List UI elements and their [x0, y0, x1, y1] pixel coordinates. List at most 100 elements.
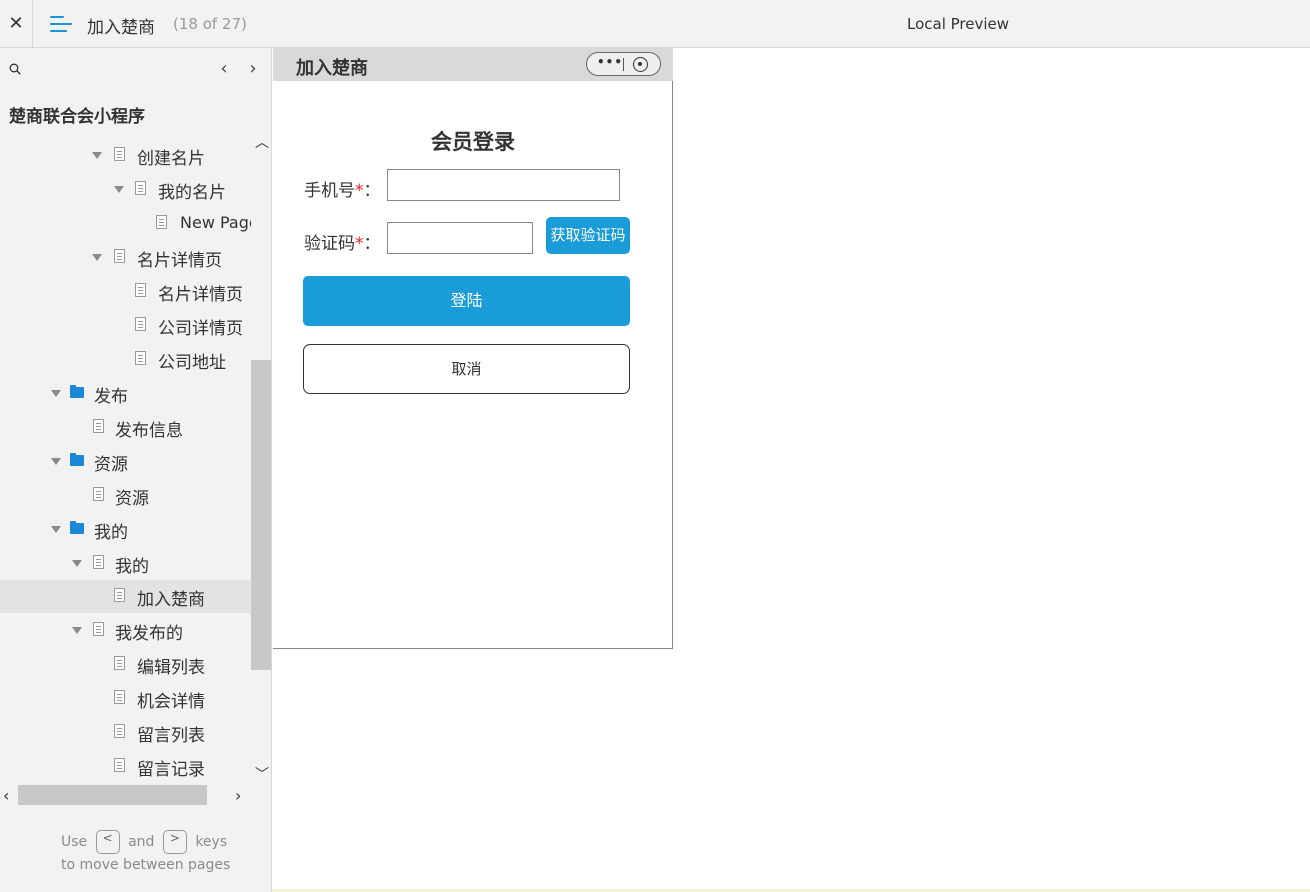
- search-icon[interactable]: [9, 63, 21, 75]
- tree-item-label: 资源: [115, 489, 149, 509]
- expand-caret-icon[interactable]: [114, 186, 124, 193]
- hint-keys: keys: [195, 834, 228, 850]
- phone-field-label: 手机号*：: [304, 181, 381, 201]
- previous-page-button[interactable]: ‹: [215, 58, 233, 80]
- prev-key-icon: <: [95, 830, 120, 854]
- tree-item-label: 公司地址: [158, 353, 226, 373]
- page-icon: [93, 419, 104, 433]
- close-icon: ✕: [8, 13, 24, 34]
- scroll-up-icon[interactable]: ︿: [255, 132, 269, 152]
- code-field-label: 验证码*：: [304, 234, 381, 254]
- tree-item-my-posts[interactable]: 我发布的: [0, 614, 251, 647]
- more-options-icon[interactable]: •••: [597, 55, 623, 69]
- tree-item-label: 加入楚商: [137, 590, 205, 610]
- tree-item-label: 我的: [115, 557, 149, 577]
- tree-item-label: 资源: [94, 455, 128, 475]
- verification-code-input[interactable]: [387, 222, 533, 254]
- close-mini-program-icon[interactable]: [633, 57, 648, 72]
- phone-number-input[interactable]: [387, 169, 620, 201]
- tree-item-label: 公司详情页: [158, 319, 243, 339]
- expand-caret-icon[interactable]: [92, 254, 102, 261]
- folder-icon: [70, 521, 84, 534]
- get-code-button[interactable]: 获取验证码: [546, 217, 630, 254]
- tree-item-label: 机会详情: [137, 692, 205, 712]
- login-button[interactable]: 登陆: [303, 276, 630, 326]
- horizontal-scrollbar-thumb[interactable]: [18, 785, 207, 805]
- page-icon: [114, 724, 125, 738]
- page-icon: [114, 588, 125, 602]
- folder-icon: [70, 453, 84, 466]
- hint-line2: to move between pages: [61, 857, 231, 873]
- tree-item-my-card[interactable]: 我的名片: [0, 173, 251, 206]
- page-count: (18 of 27): [173, 15, 247, 33]
- next-page-button[interactable]: ›: [244, 58, 262, 80]
- tree-item-label: 我发布的: [115, 624, 183, 644]
- top-bar: ✕ 加入楚商 (18 of 27) Local Preview: [0, 0, 1310, 48]
- tree-item-card-detail[interactable]: 名片详情页: [0, 275, 251, 308]
- tree-item-resources[interactable]: 资源: [0, 479, 251, 512]
- tree-item-company-detail[interactable]: 公司详情页: [0, 309, 251, 342]
- tree-item-opportunity-detail[interactable]: 机会详情: [0, 682, 251, 715]
- scroll-down-icon[interactable]: ﹀: [255, 764, 269, 784]
- tree-folder-mine[interactable]: 我的: [0, 513, 251, 546]
- tree-item-label: 发布: [94, 387, 128, 407]
- mini-program-capsule[interactable]: •••: [586, 52, 661, 76]
- tree-item-label: 名片详情页: [158, 285, 243, 305]
- login-title: 会员登录: [431, 130, 515, 154]
- tree-item-message-records[interactable]: 留言记录: [0, 750, 251, 783]
- project-name: 楚商联合会小程序: [9, 107, 145, 127]
- expand-caret-icon[interactable]: [72, 560, 82, 567]
- phone-nav-bar: 加入楚商 •••: [273, 48, 673, 81]
- expand-caret-icon[interactable]: [72, 627, 82, 634]
- tree-item-publish-info[interactable]: 发布信息: [0, 411, 251, 444]
- tree-item-label: 我的名片: [158, 183, 226, 203]
- tree-item-new-page[interactable]: New Page: [0, 207, 251, 240]
- scroll-right-icon[interactable]: ›: [235, 786, 241, 805]
- tree-folder-resources[interactable]: 资源: [0, 445, 251, 478]
- page-tree: 创建名片 我的名片 New Page 名片详情页 名片详情页 公司详情页 公司地…: [0, 128, 251, 784]
- page-icon: [156, 215, 167, 229]
- page-icon: [114, 147, 125, 161]
- page-icon: [135, 283, 146, 297]
- page-title: 加入楚商: [87, 18, 155, 38]
- page-icon: [135, 351, 146, 365]
- tree-item-label: 创建名片: [137, 149, 205, 169]
- tree-item-label: 留言列表: [137, 726, 205, 746]
- page-icon: [135, 317, 146, 331]
- tree-item-label: 留言记录: [137, 760, 205, 780]
- page-icon: [135, 181, 146, 195]
- tree-item-label: New Page: [180, 213, 251, 232]
- scroll-left-icon[interactable]: ‹: [3, 786, 9, 805]
- tree-item-card-detail-group[interactable]: 名片详情页: [0, 241, 251, 274]
- close-button[interactable]: ✕: [0, 0, 33, 47]
- page-icon: [114, 690, 125, 704]
- tree-item-label: 我的: [94, 523, 128, 543]
- page-icon: [114, 249, 125, 263]
- tree-folder-publish[interactable]: 发布: [0, 377, 251, 410]
- preview-label: Local Preview: [907, 15, 1010, 33]
- page-icon: [93, 555, 104, 569]
- tree-item-join-chushang[interactable]: 加入楚商: [0, 580, 251, 613]
- vertical-scrollbar-thumb[interactable]: [251, 360, 271, 670]
- phone-page-title: 加入楚商: [296, 58, 368, 79]
- page-icon: [114, 758, 125, 772]
- tree-item-message-list[interactable]: 留言列表: [0, 716, 251, 749]
- phone-preview: 加入楚商 ••• 会员登录 手机号*： 验证码*： 获取验证码 登陆 取消: [273, 48, 673, 649]
- tree-item-edit-list[interactable]: 编辑列表: [0, 648, 251, 681]
- tree-item-mine[interactable]: 我的: [0, 547, 251, 580]
- sidebar: ‹ › 楚商联合会小程序 创建名片 我的名片 New Page 名片详情页 名片…: [0, 48, 272, 892]
- expand-caret-icon[interactable]: [51, 458, 61, 465]
- expand-caret-icon[interactable]: [51, 390, 61, 397]
- next-key-icon: >: [162, 830, 187, 854]
- tree-item-company-address[interactable]: 公司地址: [0, 343, 251, 376]
- hamburger-menu-icon[interactable]: [50, 14, 72, 34]
- expand-caret-icon[interactable]: [92, 152, 102, 159]
- tree-item-label: 编辑列表: [137, 658, 205, 678]
- tree-item-label: 发布信息: [115, 421, 183, 441]
- page-icon: [93, 622, 104, 636]
- tree-item-create-card[interactable]: 创建名片: [0, 139, 251, 172]
- cancel-button[interactable]: 取消: [303, 344, 630, 394]
- expand-caret-icon[interactable]: [51, 526, 61, 533]
- tree-item-label: 名片详情页: [137, 251, 222, 271]
- page-icon: [114, 656, 125, 670]
